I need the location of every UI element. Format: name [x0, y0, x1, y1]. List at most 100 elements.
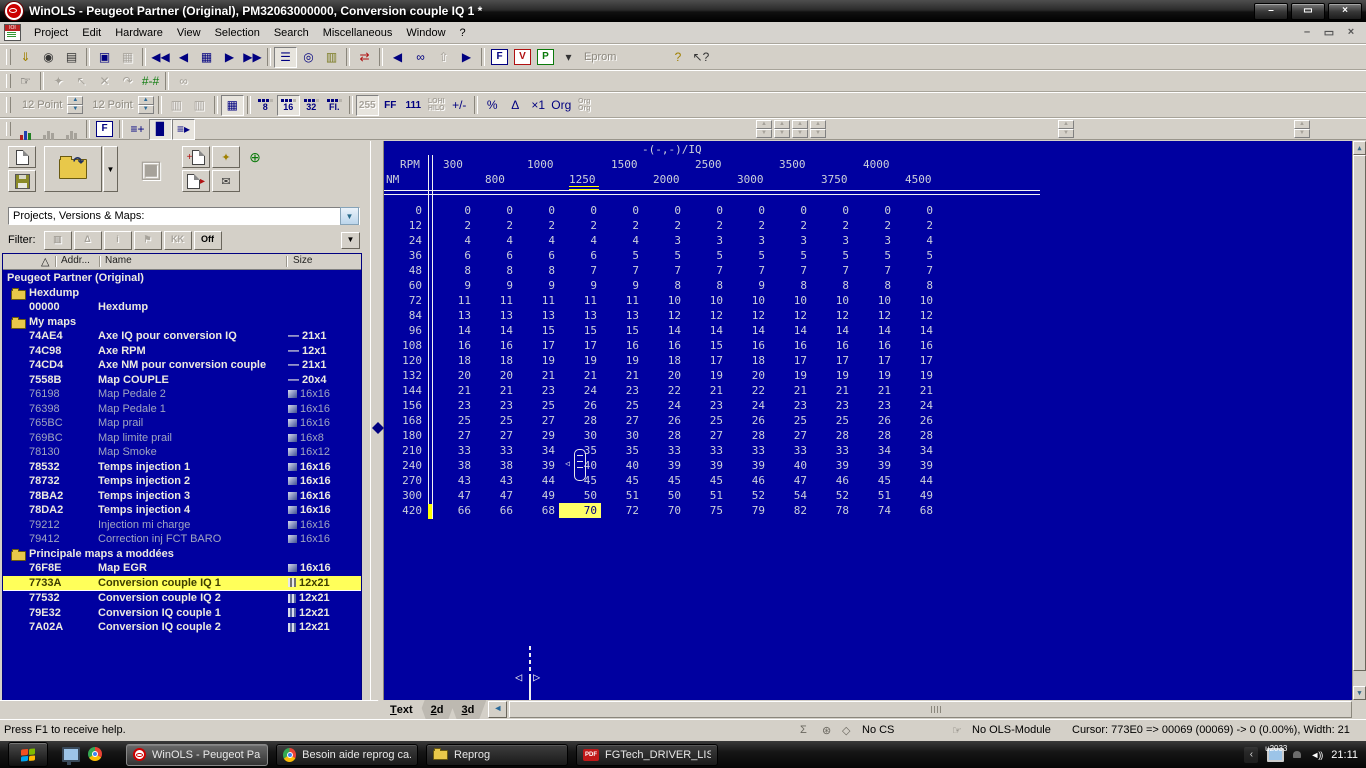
- map-cell[interactable]: 54: [769, 488, 811, 503]
- map-cell[interactable]: 25: [517, 398, 559, 413]
- map-cell[interactable]: 51: [601, 488, 643, 503]
- map-row[interactable]: 79412 Correction inj FCT BARO 16x16: [3, 532, 361, 547]
- map-cell[interactable]: 25: [685, 413, 727, 428]
- map-cell[interactable]: 33: [727, 443, 769, 458]
- map-row[interactable]: 78532 Temps injection 1 16x16: [3, 460, 361, 475]
- stamp-button[interactable]: ◉: [37, 47, 60, 68]
- map-cell[interactable]: 12: [811, 308, 853, 323]
- histogram2-button[interactable]: ▥: [188, 95, 211, 116]
- map-cell[interactable]: 26: [643, 413, 685, 428]
- map-cell[interactable]: 23: [853, 398, 895, 413]
- map-cell[interactable]: 2: [811, 218, 853, 233]
- map-cell[interactable]: 13: [601, 308, 643, 323]
- map-cell[interactable]: 39: [811, 458, 853, 473]
- chrome-icon[interactable]: [88, 747, 102, 761]
- filter-kk-button[interactable]: KK: [163, 230, 192, 250]
- send-mail-button[interactable]: ✉: [212, 170, 240, 192]
- map-cell[interactable]: 16: [601, 338, 643, 353]
- map-cell[interactable]: 13: [559, 308, 601, 323]
- version-overview-button[interactable]: ▦: [195, 47, 218, 68]
- export-version-button[interactable]: ▸: [182, 170, 210, 192]
- map-cell[interactable]: 50: [643, 488, 685, 503]
- map-cell[interactable]: 13: [517, 308, 559, 323]
- tab-2d[interactable]: 2d: [419, 700, 456, 719]
- nm-row-label[interactable]: 48: [384, 263, 422, 278]
- rpm-column-header[interactable]: 2000: [653, 173, 680, 186]
- map-cell[interactable]: 24: [727, 398, 769, 413]
- project-properties-button[interactable]: ▣: [93, 47, 116, 68]
- network-tray-icon[interactable]: [1265, 744, 1287, 762]
- map-cell[interactable]: 4: [559, 233, 601, 248]
- nm-row-label[interactable]: 132: [384, 368, 422, 383]
- nm-row-label[interactable]: 180: [384, 428, 422, 443]
- map-cell[interactable]: 9: [517, 278, 559, 293]
- map-cell[interactable]: 21: [811, 383, 853, 398]
- map-cell[interactable]: 12: [727, 308, 769, 323]
- rpm-column-header[interactable]: 3000: [737, 173, 764, 186]
- back-map-button[interactable]: ◀: [386, 47, 409, 68]
- map-cell[interactable]: 5: [853, 248, 895, 263]
- map-cell[interactable]: 2: [517, 218, 559, 233]
- map-folder-row[interactable]: Hexdump: [3, 286, 361, 301]
- open-project-button[interactable]: ↷: [44, 146, 102, 192]
- map-cell[interactable]: 0: [601, 203, 643, 218]
- map-cell[interactable]: 0: [643, 203, 685, 218]
- map-row[interactable]: 7558B Map COUPLE —20x4: [3, 373, 361, 388]
- combobox-arrow-icon[interactable]: ▼: [340, 207, 359, 225]
- map-cell[interactable]: 19: [517, 353, 559, 368]
- map-cell[interactable]: 0: [811, 203, 853, 218]
- map-cell[interactable]: 72: [601, 503, 643, 518]
- map-cell[interactable]: 30: [559, 428, 601, 443]
- axis-spinner-4[interactable]: ▲ ▼: [1294, 120, 1310, 138]
- map-cell[interactable]: 33: [811, 443, 853, 458]
- map-cell[interactable]: 51: [853, 488, 895, 503]
- map-cell[interactable]: 12: [643, 308, 685, 323]
- map-cell[interactable]: 2: [895, 218, 937, 233]
- filter-values-button[interactable]: ▥: [43, 230, 72, 250]
- original-view-button[interactable]: Org: [550, 95, 573, 116]
- map-cell[interactable]: 4: [601, 233, 643, 248]
- panel-splitter[interactable]: [370, 141, 384, 700]
- map-cell[interactable]: 23: [811, 398, 853, 413]
- upload-button[interactable]: ⇧: [432, 47, 455, 68]
- scroll-down-icon[interactable]: ▼: [1353, 686, 1366, 700]
- map-cell[interactable]: 21: [559, 368, 601, 383]
- map-row[interactable]: 76198 Map Pedale 2 16x16: [3, 387, 361, 402]
- map-cell[interactable]: 10: [853, 293, 895, 308]
- map-cell[interactable]: 33: [475, 443, 517, 458]
- sort-triangle-icon[interactable]: △: [41, 255, 49, 268]
- point-size-spinner-2[interactable]: ▲ ▼: [137, 96, 154, 114]
- previous-version-button[interactable]: ◀: [172, 47, 195, 68]
- map-cell[interactable]: 27: [601, 413, 643, 428]
- nm-row-label[interactable]: 108: [384, 338, 422, 353]
- map-cell[interactable]: 43: [475, 473, 517, 488]
- map-cell[interactable]: 47: [769, 473, 811, 488]
- map-cell[interactable]: 45: [643, 473, 685, 488]
- map-cell[interactable]: 11: [601, 293, 643, 308]
- map-row[interactable]: 79E32 Conversion IQ couple 1 12x21: [3, 606, 361, 621]
- map-cell[interactable]: 2: [769, 218, 811, 233]
- map-cell[interactable]: 28: [643, 428, 685, 443]
- add-version-button[interactable]: +: [182, 146, 210, 168]
- map-cell[interactable]: 0: [685, 203, 727, 218]
- map-cell[interactable]: 34: [853, 443, 895, 458]
- map-cell[interactable]: 4: [433, 233, 475, 248]
- scrollbar-thumb[interactable]: [1353, 155, 1366, 671]
- map-cell[interactable]: 10: [643, 293, 685, 308]
- map-cell[interactable]: 2: [433, 218, 475, 233]
- map-cell[interactable]: 16: [895, 338, 937, 353]
- map-cell[interactable]: 0: [895, 203, 937, 218]
- filter-dropdown-button[interactable]: ▼: [341, 231, 360, 249]
- map-cell[interactable]: 17: [559, 338, 601, 353]
- map-cell[interactable]: 47: [433, 488, 475, 503]
- export-factor-button[interactable]: F: [93, 119, 116, 140]
- map-cell[interactable]: 44: [895, 473, 937, 488]
- map-cell[interactable]: 7: [643, 263, 685, 278]
- rpm-column-header[interactable]: 4000: [863, 158, 890, 171]
- map-cell[interactable]: 3: [727, 233, 769, 248]
- display-decimal-button[interactable]: 255: [355, 94, 379, 116]
- map-cell[interactable]: 52: [811, 488, 853, 503]
- nm-row-label[interactable]: 96: [384, 323, 422, 338]
- map-cell[interactable]: 17: [853, 353, 895, 368]
- map-cell[interactable]: 3: [853, 233, 895, 248]
